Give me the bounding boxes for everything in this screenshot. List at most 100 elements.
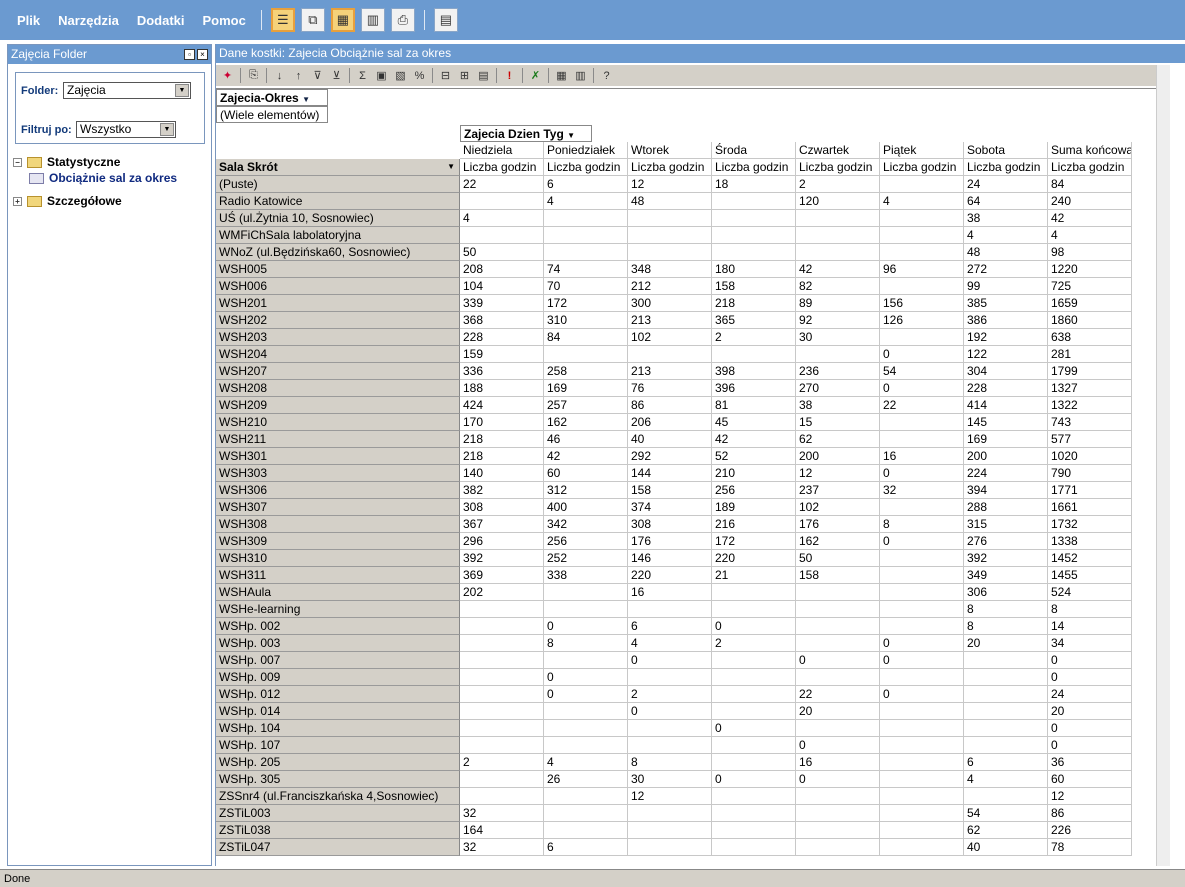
data-cell[interactable]: 220 (628, 567, 712, 584)
row-field-button[interactable]: Sala Skrót ▼ (216, 159, 460, 176)
data-cell[interactable]: 140 (460, 465, 544, 482)
data-cell[interactable]: 24 (1048, 686, 1132, 703)
data-cell[interactable]: 0 (628, 703, 712, 720)
data-cell[interactable]: 0 (544, 669, 628, 686)
data-cell[interactable]: 224 (964, 465, 1048, 482)
data-cell[interactable]: 400 (544, 499, 628, 516)
data-cell[interactable]: 200 (964, 448, 1048, 465)
data-cell[interactable]: 172 (544, 295, 628, 312)
data-cell[interactable]: 218 (460, 431, 544, 448)
data-cell[interactable] (880, 737, 964, 754)
new-window-icon[interactable]: ⧉ (300, 8, 325, 32)
data-cell[interactable]: 34 (1048, 635, 1132, 652)
data-cell[interactable] (544, 720, 628, 737)
book-icon[interactable]: ▥ (360, 8, 385, 32)
data-cell[interactable]: 48 (628, 193, 712, 210)
data-cell[interactable]: 398 (712, 363, 796, 380)
data-cell[interactable]: 202 (460, 584, 544, 601)
data-cell[interactable] (460, 788, 544, 805)
row-header[interactable]: WSH202 (216, 312, 460, 329)
data-cell[interactable]: 52 (712, 448, 796, 465)
chevron-down-icon[interactable]: ▼ (567, 131, 575, 140)
column-header-7[interactable]: Suma końcowa (1048, 142, 1132, 159)
chevron-down-icon[interactable]: ▼ (175, 84, 189, 97)
expand-icon[interactable]: + (13, 196, 22, 206)
data-cell[interactable]: 192 (964, 329, 1048, 346)
data-cell[interactable]: 1659 (1048, 295, 1132, 312)
data-cell[interactable]: 308 (460, 499, 544, 516)
vertical-scrollbar[interactable] (1156, 65, 1170, 866)
data-cell[interactable]: 156 (880, 295, 964, 312)
data-cell[interactable] (628, 805, 712, 822)
data-cell[interactable]: 4 (964, 227, 1048, 244)
data-cell[interactable] (628, 822, 712, 839)
data-cell[interactable] (628, 737, 712, 754)
data-cell[interactable]: 228 (460, 329, 544, 346)
hide-details-icon[interactable]: ▤ (474, 67, 493, 84)
data-cell[interactable]: 367 (460, 516, 544, 533)
data-cell[interactable]: 228 (964, 380, 1048, 397)
data-cell[interactable]: 82 (796, 278, 880, 295)
data-cell[interactable]: 237 (796, 482, 880, 499)
data-cell[interactable]: 18 (712, 176, 796, 193)
data-cell[interactable] (796, 822, 880, 839)
row-header[interactable]: WSH311 (216, 567, 460, 584)
data-cell[interactable]: 0 (628, 652, 712, 669)
row-header[interactable]: WSH203 (216, 329, 460, 346)
data-cell[interactable] (460, 720, 544, 737)
data-cell[interactable] (796, 669, 880, 686)
data-cell[interactable]: 0 (1048, 669, 1132, 686)
close-icon[interactable]: × (197, 49, 208, 60)
data-cell[interactable] (880, 210, 964, 227)
data-cell[interactable]: 162 (544, 414, 628, 431)
data-cell[interactable] (880, 771, 964, 788)
data-cell[interactable]: 92 (796, 312, 880, 329)
data-cell[interactable]: 102 (796, 499, 880, 516)
data-cell[interactable]: 257 (544, 397, 628, 414)
data-cell[interactable] (460, 669, 544, 686)
data-cell[interactable] (544, 244, 628, 261)
row-header[interactable]: WSHp. 305 (216, 771, 460, 788)
data-cell[interactable]: 414 (964, 397, 1048, 414)
data-cell[interactable]: 0 (880, 380, 964, 397)
data-cell[interactable]: 0 (544, 618, 628, 635)
data-cell[interactable] (796, 720, 880, 737)
data-cell[interactable]: 0 (712, 618, 796, 635)
data-cell[interactable]: 1661 (1048, 499, 1132, 516)
data-cell[interactable]: 158 (712, 278, 796, 295)
data-cell[interactable]: 24 (964, 176, 1048, 193)
data-cell[interactable]: 32 (880, 482, 964, 499)
data-cell[interactable]: 20 (796, 703, 880, 720)
row-header[interactable]: WSHp. 205 (216, 754, 460, 771)
data-cell[interactable]: 218 (712, 295, 796, 312)
data-cell[interactable]: 99 (964, 278, 1048, 295)
data-cell[interactable]: 2 (628, 686, 712, 703)
data-cell[interactable]: 0 (796, 737, 880, 754)
data-cell[interactable] (712, 788, 796, 805)
data-cell[interactable]: 20 (964, 635, 1048, 652)
data-cell[interactable]: 145 (964, 414, 1048, 431)
data-cell[interactable]: 256 (544, 533, 628, 550)
data-cell[interactable]: 1860 (1048, 312, 1132, 329)
data-cell[interactable] (880, 720, 964, 737)
data-cell[interactable]: 315 (964, 516, 1048, 533)
chevron-down-icon[interactable]: ▼ (302, 95, 310, 104)
data-cell[interactable]: 790 (1048, 465, 1132, 482)
data-cell[interactable]: 176 (628, 533, 712, 550)
help-icon[interactable]: ? (597, 67, 616, 84)
data-cell[interactable] (544, 652, 628, 669)
data-cell[interactable]: 213 (628, 363, 712, 380)
data-cell[interactable]: 60 (1048, 771, 1132, 788)
list-view-icon[interactable]: ☰ (270, 8, 295, 32)
data-cell[interactable]: 98 (1048, 244, 1132, 261)
data-cell[interactable]: 6 (628, 618, 712, 635)
data-cell[interactable]: 210 (712, 465, 796, 482)
data-cell[interactable] (712, 686, 796, 703)
data-cell[interactable]: 220 (712, 550, 796, 567)
data-cell[interactable]: 84 (544, 329, 628, 346)
data-cell[interactable] (796, 788, 880, 805)
row-header[interactable]: WSHp. 014 (216, 703, 460, 720)
data-cell[interactable] (712, 210, 796, 227)
data-cell[interactable]: 162 (796, 533, 880, 550)
data-cell[interactable]: 365 (712, 312, 796, 329)
